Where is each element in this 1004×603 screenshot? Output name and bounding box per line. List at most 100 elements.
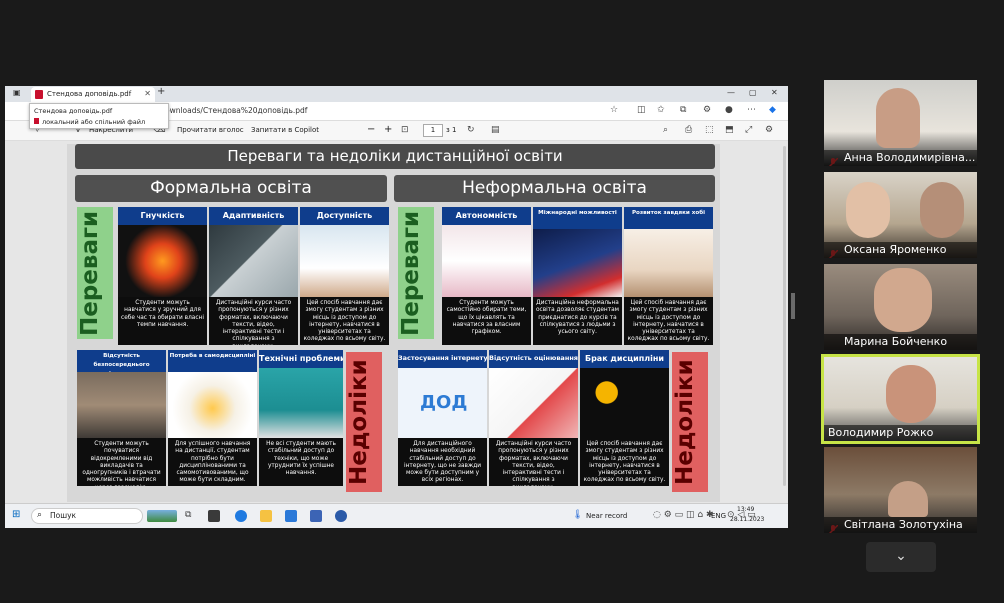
participant-video xyxy=(874,268,932,332)
participant-name: Оксана Яроменко xyxy=(824,242,977,258)
participant-tile[interactable]: Оксана Яроменко xyxy=(824,172,977,258)
card-lack-discipline: Брак дисципліни Цей спосіб навчання дає … xyxy=(580,350,669,486)
card-flexibility: Гнучкість Студенти можуть навчатися у зр… xyxy=(118,207,207,345)
search-icon[interactable]: ⌕ xyxy=(663,125,668,135)
card-title: Технічні проблеми xyxy=(259,350,343,368)
pdf-icon xyxy=(34,118,39,124)
browser-tab[interactable]: Стендова доповідь.pdf ✕ xyxy=(31,87,155,102)
print-icon[interactable]: ⎙ xyxy=(685,125,692,135)
shared-screen: ▣ Стендова доповідь.pdf ✕ + — ▢ ✕ ownloa… xyxy=(5,86,788,528)
card-adaptivity: Адаптивність Дистанційні курси часто про… xyxy=(209,207,298,345)
card-international: Міжнародні можливості Дистанційна неформ… xyxy=(533,207,622,345)
extensions-icon[interactable]: ⚙ xyxy=(703,105,711,115)
card-autonomy: Автономність Студенти можуть самостійно … xyxy=(442,207,531,345)
formal-header: Формальна освіта xyxy=(75,175,387,202)
search-highlight-icon[interactable] xyxy=(147,510,177,522)
settings-icon[interactable]: ⚙ xyxy=(765,125,773,135)
participant-tile[interactable]: Світлана Золотухіна xyxy=(824,447,977,533)
stressed-man-image xyxy=(259,368,343,438)
laptop-study-image xyxy=(442,225,531,297)
tab-title: Стендова доповідь.pdf xyxy=(47,90,132,98)
read-aloud-button[interactable]: Прочитати вголос xyxy=(177,126,244,134)
mail-icon[interactable] xyxy=(285,510,297,522)
close-window-icon[interactable]: ✕ xyxy=(771,88,778,97)
more-icon[interactable]: ⋯ xyxy=(747,105,756,115)
card-title: Відсутність безпосереднього спілкування xyxy=(77,350,166,372)
participant-tile[interactable]: Марина Бойченко xyxy=(824,264,977,350)
settings-app-icon[interactable] xyxy=(310,510,322,522)
language[interactable]: ENG xyxy=(711,512,726,520)
favorites-icon[interactable]: ✩ xyxy=(657,105,665,115)
participant-video xyxy=(888,481,928,517)
clock-date[interactable]: 28.11.2023 xyxy=(730,516,764,523)
meet-icon[interactable] xyxy=(335,510,347,522)
zoom-in-button[interactable]: + xyxy=(384,124,392,135)
group-discussion-image xyxy=(77,372,166,438)
card-no-assessment: Відсутність оцінювання Дистанційні курси… xyxy=(489,350,578,486)
profile-icon[interactable]: ● xyxy=(725,105,733,115)
participant-name: Світлана Золотухіна xyxy=(824,517,977,533)
page-view-icon[interactable]: ▤ xyxy=(491,125,500,135)
favorite-star-icon[interactable]: ☆ xyxy=(610,105,618,115)
card-text: Для успішного навчання на дистанції, сту… xyxy=(174,441,251,484)
card-self-discipline: Потреба в самодисципліні Для успішного н… xyxy=(168,350,257,486)
new-tab-button[interactable]: + xyxy=(157,86,165,97)
card-title: Адаптивність xyxy=(209,207,298,225)
minimize-icon[interactable]: — xyxy=(727,88,735,97)
weather-icon: 🌡 xyxy=(572,510,584,520)
browser-tab-bar: ▣ Стендова доповідь.pdf ✕ + — ▢ ✕ xyxy=(5,86,788,102)
card-text: Студенти можуть самостійно обирати теми,… xyxy=(446,300,527,336)
page-number-input[interactable]: 1 xyxy=(423,124,443,137)
card-text: Дистанційні курси часто пропонуються у р… xyxy=(495,441,572,486)
participant-video xyxy=(886,365,936,423)
maximize-icon[interactable]: ▢ xyxy=(749,88,757,97)
brain-gears-image xyxy=(118,225,207,297)
zoom-out-button[interactable]: − xyxy=(367,124,375,135)
card-text: Дистанційні курси часто пропонуються у р… xyxy=(215,300,292,345)
panel-resize-handle[interactable] xyxy=(791,293,795,319)
slide-title: Переваги та недоліки дистанційної освіти xyxy=(75,144,715,169)
participant-video xyxy=(846,182,890,238)
participant-video xyxy=(876,88,920,148)
copilot-icon[interactable]: ◆ xyxy=(769,105,776,115)
search-label: Пошук xyxy=(50,511,77,520)
tooltip-title: Стендова доповідь.pdf xyxy=(34,107,113,115)
participant-video xyxy=(920,182,964,238)
kids-laptop-image xyxy=(624,229,713,297)
chevron-down-icon[interactable]: ⌄ xyxy=(866,542,936,572)
close-tab-icon[interactable]: ✕ xyxy=(144,89,151,98)
taskbar-search[interactable]: ⌕ Пошук xyxy=(31,508,143,524)
participant-tile-active[interactable]: Володимир Рожко xyxy=(821,354,980,444)
fullscreen-icon[interactable]: ⤢ xyxy=(745,125,752,135)
save-as-icon[interactable]: ⬒ xyxy=(725,125,734,135)
file-explorer-icon[interactable] xyxy=(260,510,272,522)
scrollbar[interactable] xyxy=(783,146,786,486)
fit-page-icon[interactable]: ⊡ xyxy=(401,125,409,135)
card-title: Відсутність оцінювання xyxy=(489,350,578,368)
card-title: Застосування інтернету xyxy=(398,350,487,368)
edge-icon[interactable] xyxy=(235,510,247,522)
gear-clock-image xyxy=(580,368,669,438)
disadvantages-label-formal: Недоліки xyxy=(346,352,382,492)
card-text: Цей спосіб навчання дає змогу студентам … xyxy=(303,300,386,343)
url-field[interactable]: ownloads/Стендова%20доповідь.pdf xyxy=(165,105,615,118)
rotate-icon[interactable]: ↻ xyxy=(467,125,475,135)
participant-tile[interactable]: Анна Володимирівна... xyxy=(824,80,977,166)
collections-icon[interactable]: ⧉ xyxy=(680,105,686,115)
save-icon[interactable]: ⬚ xyxy=(705,125,714,135)
card-text: Цей спосіб навчання дає змогу студентам … xyxy=(583,441,666,484)
widgets-icon[interactable] xyxy=(208,510,220,522)
clock-time[interactable]: 13:49 xyxy=(737,506,754,513)
task-view-icon[interactable]: ⧉ xyxy=(185,510,191,520)
card-accessibility: Доступність Цей спосіб навчання дає змог… xyxy=(300,207,389,345)
weather-text: Near record xyxy=(586,512,628,520)
disadvantages-label-informal: Недоліки xyxy=(672,352,708,492)
card-title: Автономність xyxy=(442,207,531,225)
window-menu-icon[interactable]: ▣ xyxy=(13,88,21,97)
split-screen-icon[interactable]: ◫ xyxy=(637,105,646,115)
ask-copilot-button[interactable]: Запитати в Copilot xyxy=(251,126,319,134)
card-no-communication: Відсутність безпосереднього спілкування … xyxy=(77,350,166,486)
windows-start-icon[interactable]: ⊞ xyxy=(12,509,20,520)
tray-icons[interactable]: ◌ ⚙ ▭ ◫ ⌂ ✱ xyxy=(653,510,714,520)
card-title: Потреба в самодисципліні xyxy=(168,350,257,372)
